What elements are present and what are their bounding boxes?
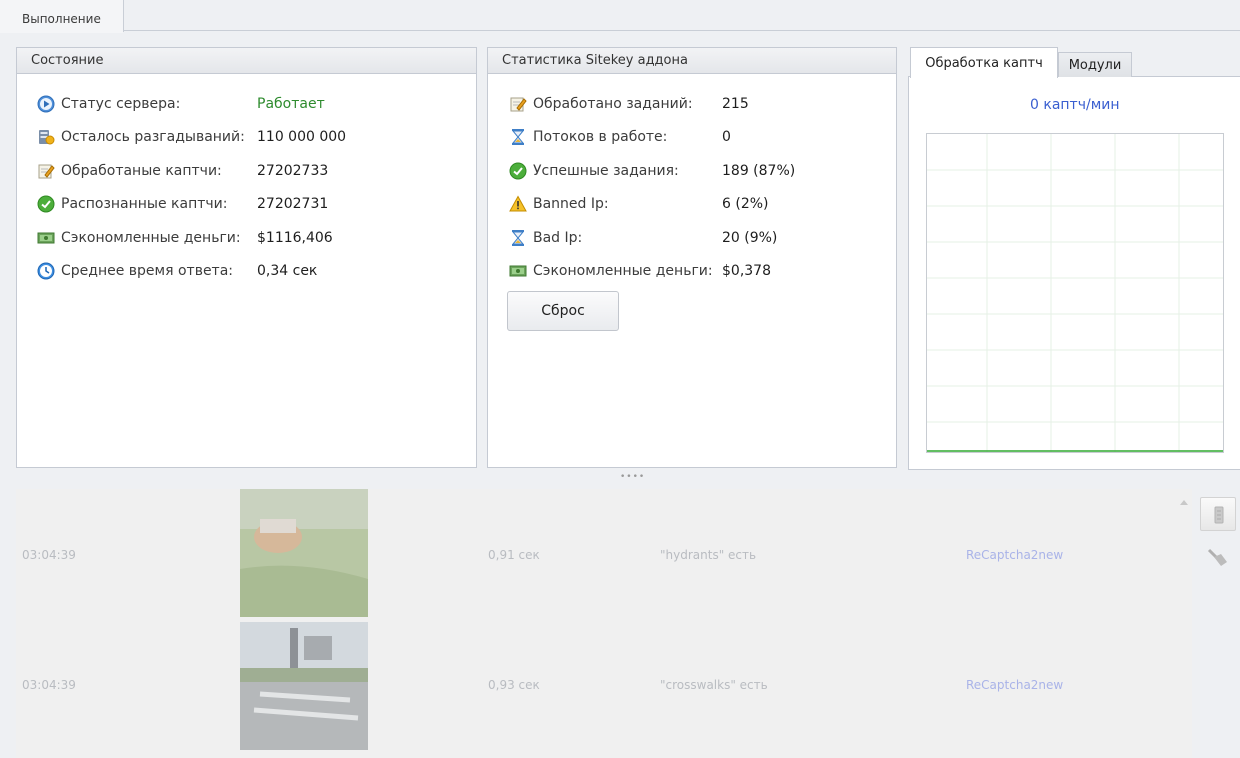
- log-scrollbar[interactable]: [1176, 489, 1192, 758]
- scroll-up-icon[interactable]: [1176, 495, 1192, 511]
- tab-execution[interactable]: Выполнение: [0, 0, 124, 33]
- stats-row: Потоков в работе: 0: [509, 126, 731, 148]
- clock-icon: [37, 262, 55, 280]
- status-label: Распознанные каптчи:: [61, 196, 228, 213]
- stats-value: 0: [722, 129, 731, 146]
- stats-value: $0,378: [722, 263, 771, 279]
- money-icon: [509, 262, 527, 280]
- status-value: Работает: [257, 96, 325, 112]
- log-module[interactable]: ReCaptcha2new: [966, 548, 1063, 562]
- stats-value: 215: [722, 96, 749, 112]
- rate-chart-grid: [927, 134, 1223, 452]
- status-value: 27202733: [257, 162, 329, 179]
- broom-icon[interactable]: [1203, 544, 1231, 572]
- status-value: 0,34 сек: [257, 263, 318, 279]
- status-row: Обработаные каптчи: 27202733: [37, 160, 328, 182]
- stats-row: Banned Ip: 6 (2%): [509, 193, 769, 215]
- rate-label: 0 каптч/мин: [1030, 97, 1120, 113]
- status-value: 27202731: [257, 196, 329, 213]
- status-label: Статус сервера:: [61, 96, 181, 112]
- status-label: Обработаные каптчи:: [61, 162, 222, 179]
- status-row: Среднее время ответа: 0,34 сек: [37, 260, 317, 282]
- captcha-thumbnail: [240, 622, 368, 750]
- captcha-thumbnail: [240, 489, 368, 617]
- status-panel-title: Состояние: [17, 48, 476, 74]
- log-answer: "crosswalks" есть: [660, 678, 768, 692]
- tab-modules[interactable]: Модули: [1058, 52, 1132, 77]
- stats-label: Сэкономленные деньги:: [533, 263, 713, 279]
- log-time: 03:04:39: [22, 548, 76, 562]
- stats-row: Успешные задания: 189 (87%): [509, 160, 795, 182]
- warning-icon: [509, 195, 527, 213]
- money-icon: [37, 229, 55, 247]
- coins-icon: [37, 128, 55, 146]
- log-module[interactable]: ReCaptcha2new: [966, 678, 1063, 692]
- stats-row: Сэкономленные деньги: $0,378: [509, 260, 771, 282]
- stats-label: Успешные задания:: [533, 162, 679, 179]
- hourglass-icon: [509, 229, 527, 247]
- status-label: Сэкономленные деньги:: [61, 229, 241, 246]
- stats-label: Потоков в работе:: [533, 129, 668, 146]
- reset-button[interactable]: Сброс: [507, 291, 619, 331]
- stats-label: Banned Ip:: [533, 196, 609, 213]
- play-circle-icon: [37, 95, 55, 113]
- stats-label: Обработано заданий:: [533, 96, 693, 112]
- hourglass-icon: [509, 128, 527, 146]
- tab-captcha-processing[interactable]: Обработка каптч: [910, 47, 1058, 78]
- status-row: Распознанные каптчи: 27202731: [37, 193, 328, 215]
- stats-panel-title: Статистика Sitekey аддона: [488, 48, 896, 74]
- edit-note-icon: [37, 162, 55, 180]
- trash-icon: [1214, 506, 1224, 524]
- status-row: Осталось разгадываний: 110 000 000: [37, 126, 346, 148]
- log-row[interactable]: 03:04:39 0,91 сек "hydrants" есть ReCapt…: [16, 489, 1176, 620]
- status-value: 110 000 000: [257, 129, 347, 146]
- status-label: Среднее время ответа:: [61, 263, 234, 279]
- stats-label: Bad Ip:: [533, 229, 583, 246]
- rate-chart: [926, 133, 1224, 453]
- clear-log-button[interactable]: [1200, 497, 1236, 531]
- log-time: 03:04:39: [22, 678, 76, 692]
- status-row: Сэкономленные деньги: $1116,406: [37, 227, 333, 249]
- log-duration: 0,91 сек: [488, 548, 540, 562]
- splitter-handle[interactable]: ••••: [620, 472, 645, 482]
- stats-row: Обработано заданий: 215: [509, 93, 749, 115]
- status-row: Статус сервера: Работает: [37, 93, 325, 115]
- status-value: $1116,406: [257, 229, 333, 246]
- captcha-log: 03:04:39 0,91 сек "hydrants" есть ReCapt…: [16, 489, 1192, 758]
- stats-value: 20 (9%): [722, 229, 778, 246]
- top-tabbar: Выполнение: [0, 0, 1240, 33]
- stats-value: 189 (87%): [722, 162, 796, 179]
- log-row[interactable]: 03:04:39 0,93 сек "crosswalks" есть ReCa…: [16, 620, 1176, 751]
- stats-value: 6 (2%): [722, 196, 769, 213]
- status-label: Осталось разгадываний:: [61, 129, 245, 146]
- log-answer: "hydrants" есть: [660, 548, 757, 562]
- edit-note-icon: [509, 95, 527, 113]
- check-circle-icon: [37, 195, 55, 213]
- log-duration: 0,93 сек: [488, 678, 540, 692]
- check-circle-icon: [509, 162, 527, 180]
- stats-row: Bad Ip: 20 (9%): [509, 227, 777, 249]
